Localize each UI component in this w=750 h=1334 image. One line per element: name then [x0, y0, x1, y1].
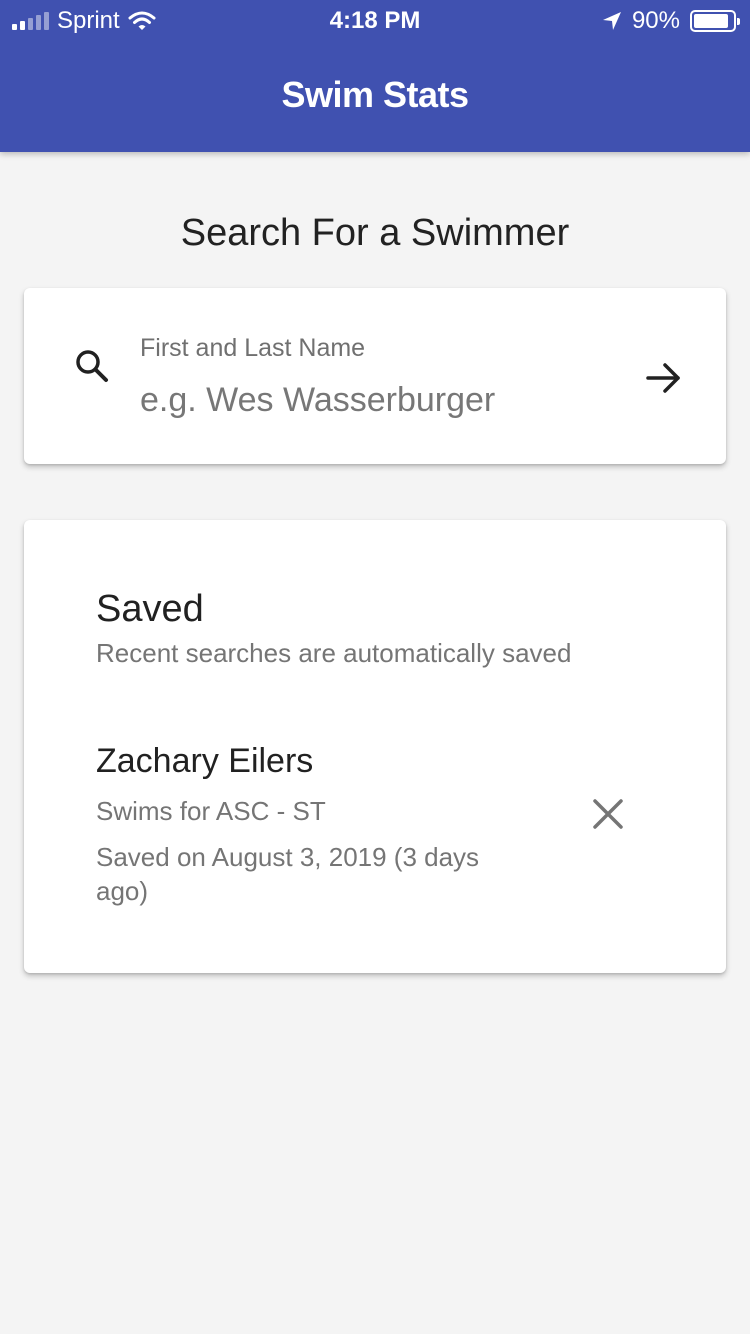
search-icon [76, 350, 108, 382]
battery-icon [690, 10, 740, 32]
arrow-right-icon[interactable] [642, 356, 686, 400]
saved-subtitle: Recent searches are automatically saved [96, 638, 572, 668]
status-bar: Sprint 4:18 PM 90% [0, 0, 750, 40]
saved-swimmer-item[interactable]: Zachary Eilers Swims for ASC - ST Saved … [96, 742, 656, 912]
location-arrow-icon [602, 12, 621, 30]
status-right: 90% [602, 7, 740, 35]
battery-percent: 90% [631, 7, 680, 34]
app-title: Swim Stats [281, 74, 469, 115]
saved-card: Saved Recent searches are automatically … [24, 520, 726, 973]
search-heading: Search For a Swimmer [180, 212, 570, 254]
saved-date: Saved on August 3, 2019 (3 days ago) [96, 842, 480, 906]
app-bar: Sprint 4:18 PM 90% Swim Stats [0, 0, 750, 152]
swimmer-team: Swims for ASC - ST [96, 796, 326, 826]
close-icon[interactable] [590, 796, 626, 832]
swimmer-name: Zachary Eilers [96, 742, 314, 780]
saved-heading: Saved [96, 588, 204, 630]
search-card: First and Last Name [24, 288, 726, 464]
search-field-label: First and Last Name [140, 334, 366, 362]
battery-fill [694, 14, 729, 28]
search-input[interactable] [140, 374, 620, 426]
